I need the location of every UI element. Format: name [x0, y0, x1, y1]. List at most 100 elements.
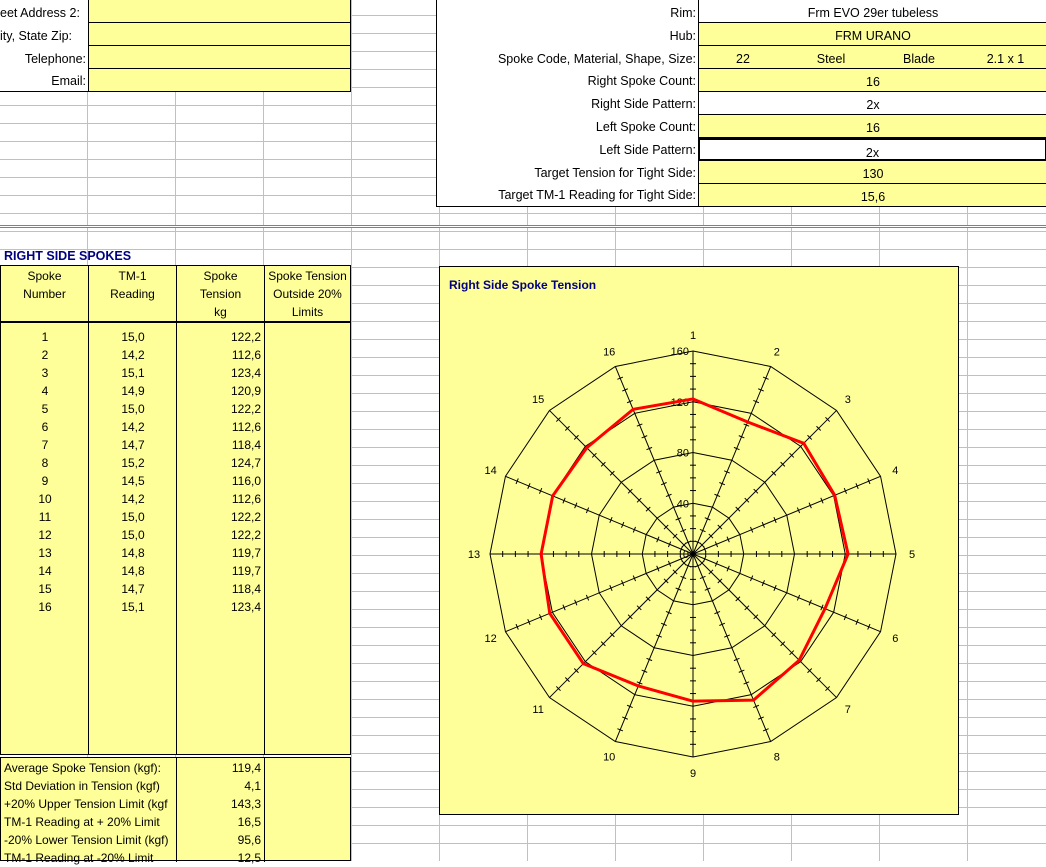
tm1-reading-cell[interactable]: 15,2 — [89, 454, 177, 472]
spoke-number-cell[interactable]: 5 — [1, 400, 89, 418]
spoke-number-cell[interactable]: 9 — [1, 472, 89, 490]
table-body: 1 15,0 122,2 2 14,2 112,6 3 15,1 123,4 4 14,9 120,9… — [0, 321, 351, 755]
tm1-reading-cell[interactable]: 15,0 — [89, 526, 177, 544]
spoke-tension-cell[interactable]: 123,4 — [177, 364, 261, 382]
right-side-section: RIGHT SIDE SPOKES Spoke Number TM-1 Read… — [0, 246, 351, 865]
spoke-tension-cell[interactable]: 118,4 — [177, 436, 261, 454]
tm1-reading-cell[interactable]: 14,2 — [89, 346, 177, 364]
category-label: 2 — [774, 347, 780, 359]
right-spoke-count-label: Right Spoke Count: — [587, 74, 696, 88]
spoke-number-cell[interactable]: 1 — [1, 328, 89, 346]
spoke-tension-cell[interactable]: 119,7 — [177, 544, 261, 562]
spoke-number-cell[interactable]: 6 — [1, 418, 89, 436]
spoke-code-value[interactable]: 22 — [699, 52, 787, 66]
tm1-reading-cell[interactable]: 14,5 — [89, 472, 177, 490]
spoke-tension-cell[interactable]: 112,6 — [177, 490, 261, 508]
category-label: 9 — [690, 768, 696, 780]
tm1-reading-cell[interactable]: 14,8 — [89, 544, 177, 562]
radial-tick-label: 40 — [677, 498, 689, 510]
spoke-number-cell[interactable]: 14 — [1, 562, 89, 580]
spoke-tension-cell[interactable]: 122,2 — [177, 508, 261, 526]
right-spoke-count-value[interactable]: 16 — [698, 69, 1046, 92]
spoke-number-cell[interactable]: 15 — [1, 580, 89, 598]
spoke-number-cell[interactable]: 8 — [1, 454, 89, 472]
tension-point — [752, 698, 756, 702]
spoke-tension-cell[interactable]: 112,6 — [177, 418, 261, 436]
tension-point — [797, 658, 801, 662]
customer-field[interactable] — [88, 23, 350, 46]
category-label: 4 — [892, 465, 898, 477]
spoke-tension-cell[interactable]: 116,0 — [177, 472, 261, 490]
tension-point — [691, 699, 695, 703]
header-tm1-reading: TM-1 Reading — [89, 266, 177, 321]
tm1-reading-cell[interactable]: 14,7 — [89, 580, 177, 598]
tm1-reading-cell[interactable]: 15,1 — [89, 364, 177, 382]
spoke-tension-cell[interactable]: 112,6 — [177, 346, 261, 364]
spoke-number-cell[interactable]: 2 — [1, 346, 89, 364]
column-divider — [264, 758, 265, 862]
radar-chart-panel[interactable]: Right Side Spoke Tension 0 40 80 120 160 1 2 3 4… — [439, 266, 959, 815]
spoke-tension-cell[interactable]: 124,7 — [177, 454, 261, 472]
tm1-reading-cell[interactable]: 14,7 — [89, 436, 177, 454]
category-label: 3 — [845, 394, 851, 406]
tension-point — [631, 407, 635, 411]
spoke-tension-cell[interactable]: 122,2 — [177, 526, 261, 544]
customer-field[interactable] — [88, 69, 350, 91]
category-label: 15 — [532, 394, 544, 406]
rim-value[interactable]: Frm EVO 29er tubeless — [698, 0, 1046, 23]
stats-block: Average Spoke Tension (kgf): 119,4 Std Dev… — [0, 757, 351, 865]
tension-point — [746, 420, 750, 424]
header-spoke-tension: Spoke Tension kg — [177, 266, 265, 321]
tm1-reading-cell[interactable]: 14,8 — [89, 562, 177, 580]
spoke-number-cell[interactable]: 13 — [1, 544, 89, 562]
grid-axis — [614, 366, 694, 555]
left-spoke-count-value[interactable]: 16 — [698, 115, 1046, 138]
spoke-tension-cell[interactable]: 122,2 — [177, 328, 261, 346]
spoke-tension-cell[interactable]: 118,4 — [177, 580, 261, 598]
spoke-shape-value[interactable]: Blade — [875, 52, 963, 66]
spoke-tension-cell[interactable]: 122,2 — [177, 400, 261, 418]
left-side-pattern-value[interactable]: 2x — [698, 138, 1046, 161]
spoke-number-cell[interactable]: 11 — [1, 508, 89, 526]
category-label: 8 — [774, 751, 780, 763]
grid-axis — [505, 475, 694, 555]
tension-point — [691, 397, 695, 401]
tm1-reading-cell[interactable]: 15,0 — [89, 508, 177, 526]
spoke-size-value[interactable]: 2.1 x 1 — [963, 52, 1046, 66]
tm1-reading-cell[interactable]: 14,2 — [89, 418, 177, 436]
spoke-tension-cell[interactable]: 119,7 — [177, 562, 261, 580]
left-side-pattern-label: Left Side Pattern: — [599, 143, 696, 157]
customer-row-label: ity, State Zip: — [0, 29, 73, 43]
tm1-reading-cell[interactable]: 15,0 — [89, 400, 177, 418]
spoke-number-cell[interactable]: 16 — [1, 598, 89, 616]
tm1-reading-cell[interactable]: 15,0 — [89, 328, 177, 346]
spoke-tension-cell[interactable]: 120,9 — [177, 382, 261, 400]
tension-point — [551, 494, 555, 498]
tm1-reading-cell[interactable]: 15,1 — [89, 598, 177, 616]
customer-field[interactable] — [88, 0, 350, 23]
customer-field[interactable] — [88, 46, 350, 69]
tm1-reading-cell[interactable]: 14,9 — [89, 382, 177, 400]
tension-point — [833, 493, 837, 497]
stat-label: TM-1 Reading at -20% Limit — [4, 851, 154, 865]
spoke-number-cell[interactable]: 7 — [1, 436, 89, 454]
header-text: Reading — [110, 287, 155, 301]
spoke-number-cell[interactable]: 3 — [1, 364, 89, 382]
spoke-number-cell[interactable]: 4 — [1, 382, 89, 400]
spoke-material-value[interactable]: Steel — [787, 52, 875, 66]
table-header: Spoke Number TM-1 Reading Spoke Tension … — [0, 265, 351, 322]
hub-value[interactable]: FRM URANO — [698, 23, 1046, 46]
spoke-number-cell[interactable]: 10 — [1, 490, 89, 508]
tm1-reading-cell[interactable]: 14,2 — [89, 490, 177, 508]
spoke-tension-cell[interactable]: 123,4 — [177, 598, 261, 616]
radar-chart: 0408012016012345678910111213141516 — [468, 330, 915, 780]
stat-value: 12,5 — [237, 851, 261, 865]
customer-row-label: Telephone: — [24, 52, 86, 66]
target-tension-value[interactable]: 130 — [698, 161, 1046, 184]
header-text: Spoke — [27, 269, 62, 283]
category-label: 16 — [603, 347, 615, 359]
right-side-pattern-value[interactable]: 2x — [698, 92, 1046, 115]
target-tm1-value[interactable]: 15,6 — [698, 184, 1046, 206]
spoke-number-cell[interactable]: 12 — [1, 526, 89, 544]
target-tm1-label: Target TM-1 Reading for Tight Side: — [498, 188, 696, 202]
